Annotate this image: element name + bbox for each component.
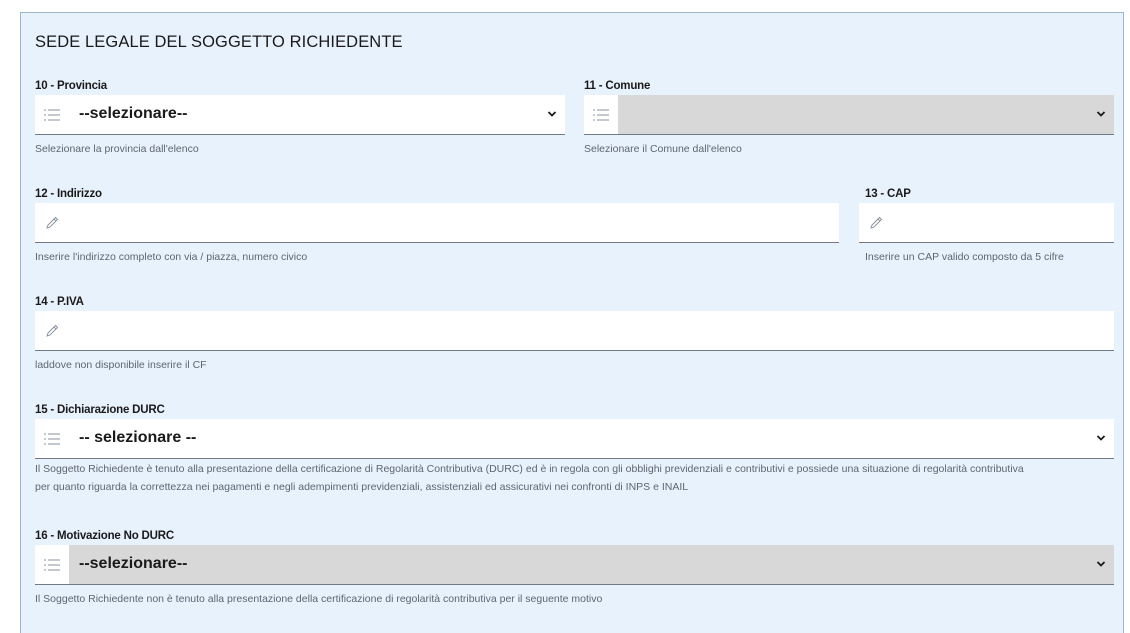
chevron-down-icon <box>1096 109 1106 119</box>
provincia-selected-value: --selezionare-- <box>79 105 188 122</box>
motivazione-selected-value: --selezionare-- <box>79 555 188 572</box>
indirizzo-label: 12 - Indirizzo <box>35 188 102 200</box>
durc-help-line2: per quanto riguarda la correttezza nei p… <box>35 481 689 493</box>
list-icon <box>35 545 69 584</box>
comune-help: Selezionare il Comune dall'elenco <box>584 143 742 155</box>
pencil-icon <box>35 311 69 350</box>
pencil-icon <box>35 203 69 242</box>
motivazione-help: Il Soggetto Richiedente non è tenuto all… <box>35 593 603 605</box>
chevron-down-icon <box>547 109 557 119</box>
comune-select[interactable] <box>584 95 1114 135</box>
durc-help-line1: Il Soggetto Richiedente è tenuto alla pr… <box>35 463 1024 475</box>
indirizzo-help: Inserire l'indirizzo completo con via / … <box>35 251 308 263</box>
provincia-help: Selezionare la provincia dall'elenco <box>35 143 199 155</box>
form-section: SEDE LEGALE DEL SOGGETTO RICHIEDENTE 10 … <box>20 12 1124 633</box>
list-icon <box>584 95 618 134</box>
piva-label: 14 - P.IVA <box>35 296 84 308</box>
section-title: SEDE LEGALE DEL SOGGETTO RICHIEDENTE <box>35 33 403 51</box>
provincia-label: 10 - Provincia <box>35 80 107 92</box>
cap-label: 13 - CAP <box>865 188 911 200</box>
durc-selected-value: -- selezionare -- <box>79 429 197 446</box>
motivazione-label: 16 - Motivazione No DURC <box>35 530 174 542</box>
piva-help: laddove non disponibile inserire il CF <box>35 359 207 371</box>
piva-input[interactable] <box>35 311 1114 351</box>
motivazione-select[interactable]: --selezionare-- <box>35 545 1114 585</box>
chevron-down-icon <box>1096 433 1106 443</box>
list-icon <box>35 95 69 134</box>
cap-input[interactable] <box>859 203 1114 243</box>
chevron-down-icon <box>1096 559 1106 569</box>
provincia-select[interactable]: --selezionare-- <box>35 95 565 135</box>
cap-help: Inserire un CAP valido composto da 5 cif… <box>865 251 1064 263</box>
pencil-icon <box>859 203 893 242</box>
durc-select[interactable]: -- selezionare -- <box>35 419 1114 459</box>
durc-label: 15 - Dichiarazione DURC <box>35 404 165 416</box>
comune-label: 11 - Comune <box>584 80 651 92</box>
list-icon <box>35 419 69 458</box>
indirizzo-input[interactable] <box>35 203 839 243</box>
